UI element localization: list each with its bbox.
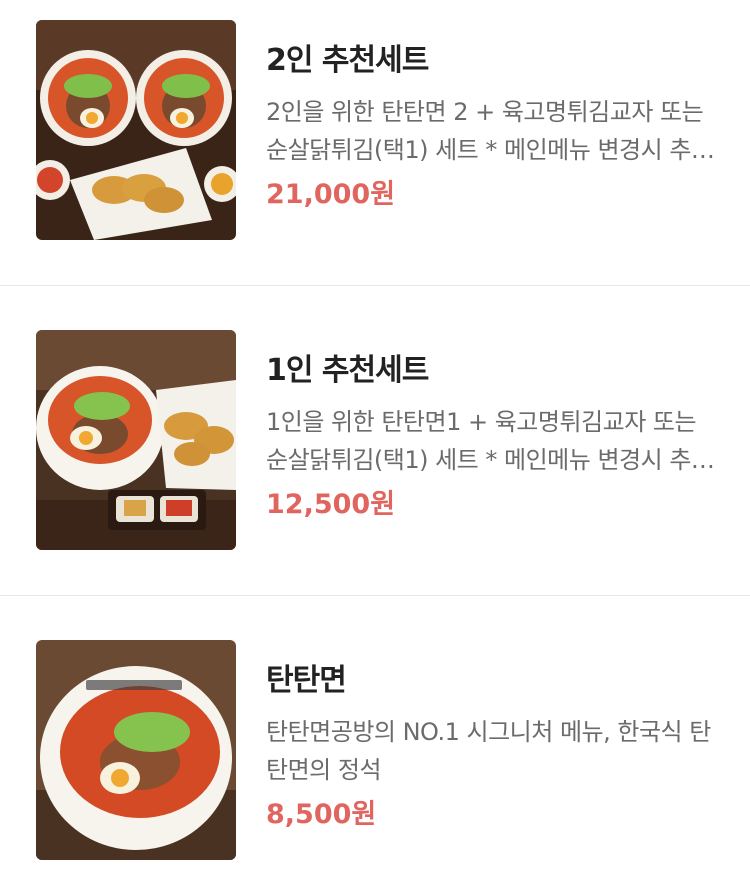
menu-item-description: 1인을 위한 탄탄면1 + 육고명튀김교자 또는 순살닭튀김(택1) 세트 * … <box>266 408 713 474</box>
menu-item-info: 2인 추천세트 2인을 위한 탄탄면 2 + 육고명튀김교자 또는 순살닭튀김(… <box>266 20 716 215</box>
menu-list: 2인 추천세트 2인을 위한 탄탄면 2 + 육고명튀김교자 또는 순살닭튀김(… <box>0 0 750 888</box>
menu-item-title: 2인 추천세트 <box>266 43 429 78</box>
tantanmen-bowl-photo <box>36 640 236 860</box>
ramen-set-for-two-photo <box>36 20 236 240</box>
menu-item-2-person-set[interactable]: 2인 추천세트 2인을 위한 탄탄면 2 + 육고명튀김교자 또는 순살닭튀김(… <box>0 0 750 285</box>
menu-item-description: 탄탄면공방의 NO.1 시그니처 메뉴, 한국식 탄탄면의 정석 <box>266 718 711 784</box>
menu-item-tantanmen[interactable]: 탄탄면 탄탄면공방의 NO.1 시그니처 메뉴, 한국식 탄탄면의 정석 8,5… <box>0 595 750 888</box>
menu-item-image[interactable] <box>36 20 236 240</box>
menu-item-price: 12,500원 <box>266 489 396 520</box>
menu-item-image[interactable] <box>36 640 236 860</box>
menu-item-title: 탄탄면 <box>266 663 347 698</box>
menu-item-price: 8,500원 <box>266 799 377 830</box>
menu-item-image[interactable] <box>36 330 236 550</box>
menu-item-info: 1인 추천세트 1인을 위한 탄탄면1 + 육고명튀김교자 또는 순살닭튀김(택… <box>266 330 716 525</box>
menu-item-price: 21,000원 <box>266 179 396 210</box>
menu-item-title: 1인 추천세트 <box>266 353 429 388</box>
menu-item-1-person-set[interactable]: 1인 추천세트 1인을 위한 탄탄면1 + 육고명튀김교자 또는 순살닭튀김(택… <box>0 285 750 595</box>
menu-item-info: 탄탄면 탄탄면공방의 NO.1 시그니처 메뉴, 한국식 탄탄면의 정석 8,5… <box>266 640 716 835</box>
menu-item-description: 2인을 위한 탄탄면 2 + 육고명튀김교자 또는 순살닭튀김(택1) 세트 *… <box>266 98 713 164</box>
ramen-set-for-one-photo <box>36 330 236 550</box>
